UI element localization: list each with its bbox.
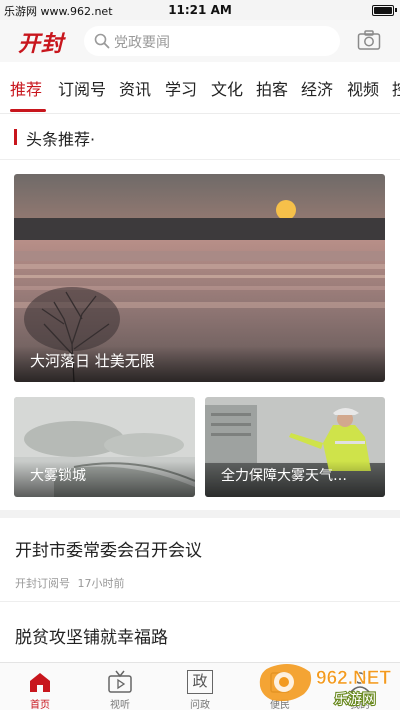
status-time: 11:21 AM [168,3,232,17]
app-logo: 开封 [18,31,65,57]
tab-study[interactable]: 学习 [165,76,197,100]
watermark-brand: 962.NET [316,668,391,689]
nav-home[interactable]: 首页 [0,663,80,710]
search-input[interactable]: 党政要闻 [84,26,340,56]
thumb-card-traffic[interactable]: 全力保障大雾天气… [205,397,385,497]
news-meta: 开封订阅号 17小时前 [15,575,125,591]
app-header: 开封 党政要闻 [0,20,400,62]
tab-more[interactable]: 控 [392,76,400,100]
section-marker [14,129,17,145]
search-icon [94,33,110,49]
nav-label-media: 视听 [110,700,130,710]
watermark-name: 乐游网 [334,692,376,708]
zheng-icon: 政 [187,670,213,694]
news-source: 开封订阅号 [15,577,70,590]
news-title: 脱贫攻坚铺就幸福路 [15,628,168,648]
tab-recommend[interactable]: 推荐 [10,76,42,100]
active-tab-indicator [10,109,46,112]
status-bar: 乐游网 www.962.net 11:21 AM [0,0,400,20]
tab-subscribe[interactable]: 订阅号 [58,76,106,100]
tab-video[interactable]: 视频 [347,76,379,100]
camera-icon[interactable] [357,29,381,51]
channel-tabs: 推荐 订阅号 资讯 学习 文化 拍客 经济 视频 控 [0,62,400,114]
news-time: 17小时前 [77,577,125,590]
search-placeholder: 党政要闻 [114,35,170,51]
tab-economy[interactable]: 经济 [301,76,333,100]
tab-news[interactable]: 资讯 [119,76,151,100]
hero-card[interactable]: 大河落日 壮美无限 [14,174,385,382]
nav-media[interactable]: 视听 [80,663,160,710]
thumb-caption-traffic: 全力保障大雾天气… [205,461,385,497]
section-title: 头条推荐· [26,130,96,149]
news-item[interactable]: 脱贫攻坚铺就幸福路 [0,603,400,662]
site-watermark-logo: 962.NET 乐游网 [259,664,392,709]
nav-politics[interactable]: 政 问政 [160,663,240,710]
divider [0,510,400,518]
section-header: 头条推荐· [0,114,400,160]
home-icon [30,673,50,692]
hero-caption: 大河落日 壮美无限 [14,346,385,382]
tab-culture[interactable]: 文化 [211,76,243,100]
thumb-caption-fog-city: 大雾锁城 [14,461,195,497]
news-item[interactable]: 开封市委常委会召开会议 开封订阅号 17小时前 [0,518,400,602]
nav-label-home: 首页 [30,700,50,710]
news-title: 开封市委常委会召开会议 [15,541,202,561]
tab-photo[interactable]: 拍客 [256,76,288,100]
nav-label-politics: 问政 [190,700,210,710]
battery-icon [372,5,397,16]
tv-icon [108,670,132,693]
thumb-card-fog-city[interactable]: 大雾锁城 [14,397,195,497]
